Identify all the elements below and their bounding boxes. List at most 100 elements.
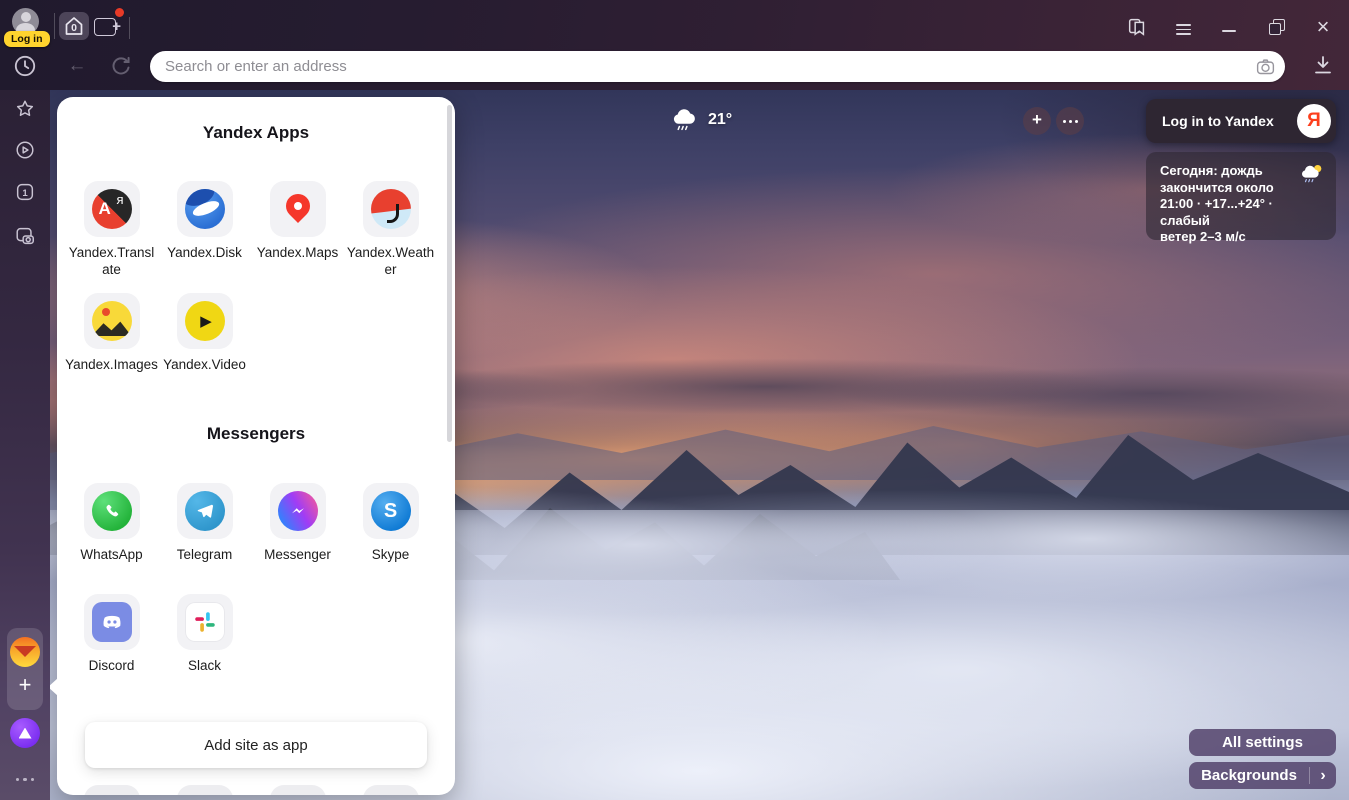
app-label: Skype [372, 546, 410, 563]
screenshot-button[interactable] [14, 225, 36, 252]
app-shortcut-discord[interactable]: Discord [65, 594, 158, 674]
notification-dot [115, 8, 124, 17]
back-button[interactable]: ← [64, 51, 90, 81]
forecast-line: Сегодня: дождь [1160, 163, 1322, 180]
section-title: Yandex Apps [57, 123, 455, 143]
whatsapp-icon [92, 491, 132, 531]
forecast-line: ветер 2–3 м/с [1160, 229, 1322, 246]
forecast-line: закончится около [1160, 180, 1322, 197]
image-search-button[interactable] [1255, 56, 1276, 82]
sidebar-more-button[interactable] [0, 768, 50, 786]
login-card-label: Log in to Yandex [1162, 113, 1297, 129]
home-icon: 0 [62, 14, 86, 38]
chevron-right-icon[interactable]: › [1310, 762, 1336, 789]
address-input[interactable] [150, 51, 1285, 82]
refresh-button[interactable] [108, 53, 134, 84]
backgrounds-label: Backgrounds [1189, 767, 1309, 784]
bookmark-panels-icon [1126, 16, 1148, 38]
panel-scrollbar[interactable] [447, 105, 452, 442]
app-shortcut-whatsapp[interactable]: WhatsApp [65, 483, 158, 563]
messenger-icon [278, 491, 318, 531]
app-shortcut-slack[interactable]: Slack [158, 594, 251, 674]
tab-groups-button[interactable]: 1 [14, 181, 36, 208]
partial-next-row [65, 785, 447, 795]
app-label: Discord [89, 657, 135, 674]
app-shortcut-yandex-weather[interactable]: Yandex.Weather [344, 181, 437, 278]
app-label: Messenger [264, 546, 331, 563]
app-label: Telegram [177, 546, 233, 563]
app-label: Yandex.Disk [167, 244, 242, 261]
ellipsis-icon [1063, 120, 1066, 123]
add-site-as-app-button[interactable]: Add site as app [85, 722, 427, 768]
browser-chrome: Log in 0 + × [0, 0, 1349, 90]
new-tab-button[interactable]: + [94, 15, 120, 39]
screenshot-camera-icon [14, 225, 36, 247]
divider [54, 13, 55, 39]
yandex-video-icon: ▶ [185, 301, 225, 341]
history-button[interactable] [12, 53, 38, 84]
temperature-label: 21° [708, 111, 732, 129]
close-button[interactable]: × [1310, 12, 1336, 42]
app-label: Yandex.Translate [65, 244, 158, 278]
weather-widget[interactable]: 21° [670, 106, 732, 134]
downloads-button[interactable] [1311, 53, 1335, 82]
sidebar: 1 + [0, 90, 50, 800]
menu-button[interactable] [1176, 21, 1191, 38]
yandex-login-card[interactable]: Log in to Yandex Я [1146, 99, 1336, 143]
app-label: Yandex.Weather [344, 244, 437, 278]
section-title: Messengers [57, 424, 455, 444]
add-widget-button[interactable]: + [1023, 107, 1051, 135]
plus-icon: + [112, 18, 121, 36]
app-shortcut-yandex-disk[interactable]: Yandex.Disk [158, 181, 251, 278]
widget-options-button[interactable] [1056, 107, 1084, 135]
alice-assistant-button[interactable] [10, 718, 40, 748]
discord-icon [92, 602, 132, 642]
app-shortcut-yandex-images[interactable]: Yandex.Images [65, 293, 158, 373]
rain-cloud-icon [670, 106, 700, 134]
alice-icon [19, 728, 32, 739]
panel-pointer-arrow [50, 678, 58, 696]
app-shortcut-yandex-translate[interactable]: A я Yandex.Translate [65, 181, 158, 278]
minimize-button[interactable] [1222, 30, 1236, 32]
app-label: Slack [188, 657, 221, 674]
media-button[interactable] [14, 139, 36, 166]
yandex-mail-icon[interactable] [10, 637, 40, 667]
tab-group-icon: 1 [14, 181, 36, 203]
backgrounds-button[interactable]: Backgrounds › [1189, 762, 1336, 789]
all-settings-button[interactable]: All settings [1189, 729, 1336, 756]
app-shortcut-yandex-video[interactable]: ▶ Yandex.Video [158, 293, 251, 373]
yandex-disk-icon [185, 189, 225, 229]
yandex-weather-icon [371, 189, 411, 229]
restore-button[interactable] [1269, 19, 1285, 35]
yandex-logo: Я [1297, 104, 1331, 138]
bookmarks-button[interactable] [14, 98, 36, 125]
app-shortcut-telegram[interactable]: Telegram [158, 483, 251, 563]
skype-icon: S [371, 491, 411, 531]
app-shortcut-messenger[interactable]: Messenger [251, 483, 344, 563]
tab-home[interactable]: 0 [59, 12, 89, 40]
sidebar-apps-group: + [7, 628, 43, 710]
app-shortcut-yandex-maps[interactable]: Yandex.Maps [251, 181, 344, 278]
app-tile-partial [363, 785, 419, 795]
weather-forecast-card[interactable]: Сегодня: дождь закончится около 21:00 · … [1146, 152, 1336, 240]
tab-group-counter: 1 [22, 188, 28, 199]
app-tile-partial [270, 785, 326, 795]
yandex-images-icon [92, 301, 132, 341]
add-panel-button[interactable]: + [7, 672, 43, 698]
panels-button[interactable] [1126, 16, 1148, 38]
apps-panel: Yandex Apps A я Yandex.Translate [57, 97, 455, 795]
avatar-person-icon [21, 12, 31, 22]
app-label: Yandex.Images [65, 356, 158, 373]
app-label: Yandex.Video [163, 356, 246, 373]
browser-window: Log in 0 + × [0, 0, 1349, 800]
app-shortcut-skype[interactable]: S Skype [344, 483, 437, 563]
forecast-line: 21:00 · +17...+24° · слабый [1160, 196, 1322, 229]
app-tile-partial [84, 785, 140, 795]
yandex-translate-icon: A я [92, 189, 132, 229]
refresh-icon [108, 53, 134, 79]
sun-rain-cloud-icon [1299, 161, 1325, 191]
login-badge[interactable]: Log in [4, 31, 50, 47]
star-icon [14, 98, 36, 120]
address-bar[interactable] [150, 51, 1285, 82]
divider [129, 17, 130, 39]
